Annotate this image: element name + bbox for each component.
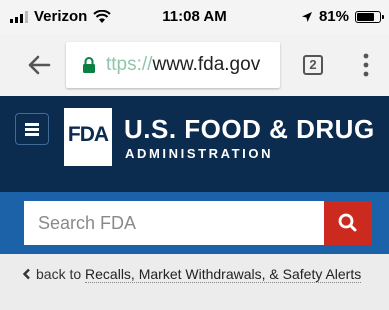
back-arrow-icon[interactable] (22, 48, 56, 82)
lock-icon (83, 57, 95, 73)
hamburger-icon (25, 128, 39, 131)
site-header: FDA U.S. FOOD & DRUG ADMINISTRATION (0, 96, 389, 192)
status-bar: Verizon 11:08 AM 81% (0, 0, 389, 34)
url-text: ttps://www.fda.gov (106, 54, 260, 76)
fda-logo[interactable]: FDA (64, 108, 112, 166)
breadcrumb-link[interactable]: Recalls, Market Withdrawals, & Safety Al… (85, 266, 362, 283)
logo-text: FDA (67, 123, 109, 146)
battery-percent: 81% (318, 8, 349, 25)
hamburger-icon (25, 123, 39, 126)
search-input[interactable] (24, 201, 324, 245)
battery-icon (355, 10, 384, 23)
agency-subtitle: ADMINISTRATION (125, 146, 274, 161)
url-host: www.fda.gov (152, 54, 261, 75)
battery-level (357, 12, 374, 21)
breadcrumb-prefix: back to (36, 266, 82, 282)
search-icon (338, 213, 357, 232)
chevron-left-icon (22, 268, 30, 280)
search-bar (0, 192, 389, 254)
location-arrow-icon (301, 11, 312, 22)
url-scheme: ttps:// (106, 54, 153, 75)
browser-toolbar: ttps://www.fda.gov 2 (0, 34, 389, 96)
overflow-menu-icon[interactable] (362, 52, 370, 78)
agency-name[interactable]: U.S. FOOD & DRUG (124, 114, 375, 145)
search-button[interactable] (324, 201, 372, 245)
status-right: 81% (301, 8, 384, 25)
menu-button[interactable] (15, 113, 49, 145)
hamburger-icon (25, 133, 39, 136)
address-bar[interactable]: ttps://www.fda.gov (66, 42, 280, 88)
breadcrumb: back to Recalls, Market Withdrawals, & S… (22, 264, 362, 284)
tab-switcher-icon[interactable]: 2 (303, 55, 323, 75)
